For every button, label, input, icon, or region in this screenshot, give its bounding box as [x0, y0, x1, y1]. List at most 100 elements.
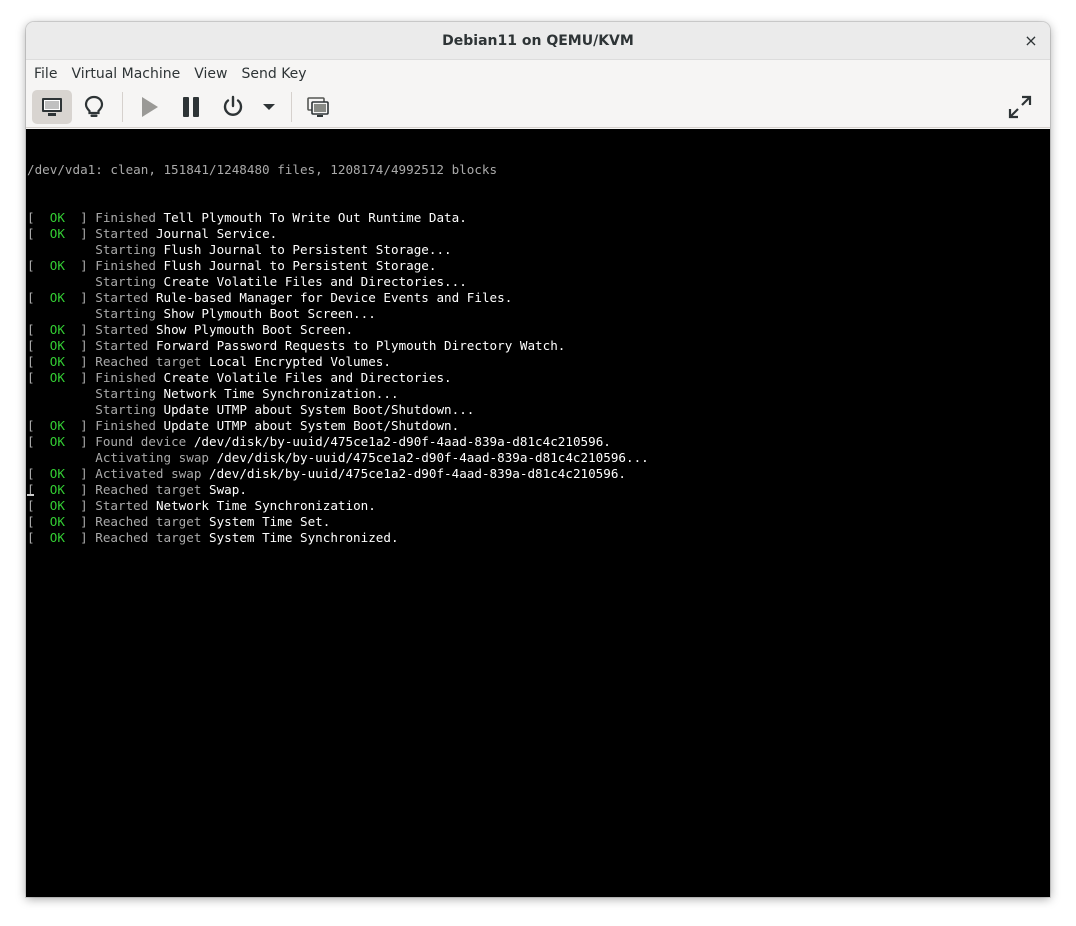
- snapshots-icon: [307, 97, 329, 117]
- console-line-verb: Reached target: [95, 530, 209, 545]
- console-line: [ OK ] Started Journal Service.: [27, 226, 278, 241]
- console-output: /dev/vda1: clean, 151841/1248480 files, …: [26, 129, 1050, 546]
- toolbar: [26, 87, 1050, 128]
- title-bar: Debian11 on QEMU/KVM ×: [26, 22, 1050, 60]
- console-line-text: Update UTMP about System Boot/Shutdown..…: [163, 402, 475, 417]
- console-line-text: System Time Set.: [209, 514, 331, 529]
- console-line-verb: Reached target: [95, 354, 209, 369]
- ok-status: OK: [34, 258, 81, 273]
- console-line-verb: Starting: [95, 402, 164, 417]
- console-line: [ OK ] Reached target Local Encrypted Vo…: [27, 354, 391, 369]
- console-line: Starting Network Time Synchronization...: [27, 386, 1050, 402]
- console-line-text: Swap.: [209, 482, 247, 497]
- console-line: Starting Flush Journal to Persistent Sto…: [27, 242, 1050, 258]
- console-line: [ OK ] Activated swap /dev/disk/by-uuid/…: [27, 466, 627, 481]
- console-button[interactable]: [32, 90, 72, 124]
- console-line-text: Show Plymouth Boot Screen...: [163, 306, 376, 321]
- console-line: [ OK ] Found device /dev/disk/by-uuid/47…: [27, 434, 611, 449]
- snapshots-button[interactable]: [298, 90, 338, 124]
- console-line: Starting Update UTMP about System Boot/S…: [27, 402, 1050, 418]
- console-line: [ OK ] Started Network Time Synchronizat…: [27, 498, 376, 513]
- close-button[interactable]: ×: [1020, 29, 1042, 51]
- console-line-text: Network Time Synchronization...: [163, 386, 399, 401]
- console-line-text: Flush Journal to Persistent Storage...: [163, 242, 452, 257]
- console-line-text: Journal Service.: [155, 226, 278, 241]
- console-line-text: /dev/disk/by-uuid/475ce1a2-d90f-4aad-839…: [216, 450, 649, 465]
- console-line-verb: Reached target: [95, 514, 209, 529]
- power-menu-chevron-icon: [263, 104, 275, 110]
- ok-status: OK: [34, 434, 81, 449]
- console-line-verb: Reached target: [95, 482, 209, 497]
- console-line: [ OK ] Started Show Plymouth Boot Screen…: [27, 322, 354, 337]
- console-line-verb: Finished: [95, 210, 164, 225]
- ok-status: OK: [34, 354, 81, 369]
- menu-view[interactable]: View: [188, 66, 233, 82]
- console-line: [ OK ] Reached target System Time Set.: [27, 514, 331, 529]
- console-line-verb: Found device: [95, 434, 194, 449]
- toolbar-separator: [291, 92, 292, 122]
- menu-file[interactable]: File: [28, 66, 63, 82]
- ok-status: OK: [34, 514, 81, 529]
- console-line: [ OK ] Started Rule-based Manager for De…: [27, 290, 513, 305]
- power-menu-button[interactable]: [255, 90, 283, 124]
- console-line-verb: Started: [95, 338, 156, 353]
- ok-status: OK: [34, 210, 81, 225]
- vm-console[interactable]: /dev/vda1: clean, 151841/1248480 files, …: [26, 129, 1050, 897]
- console-line: Activating swap /dev/disk/by-uuid/475ce1…: [27, 450, 1050, 466]
- console-line-verb: Finished: [95, 370, 164, 385]
- console-line-text: Tell Plymouth To Write Out Runtime Data.: [163, 210, 467, 225]
- ok-status: OK: [34, 530, 81, 545]
- console-line: [ OK ] Finished Tell Plymouth To Write O…: [27, 210, 467, 225]
- console-line: Starting Create Volatile Files and Direc…: [27, 274, 1050, 290]
- console-line: [ OK ] Reached target Swap.: [27, 482, 247, 497]
- ok-status: OK: [34, 418, 81, 433]
- console-line-verb: Starting: [95, 306, 164, 321]
- console-line-verb: Activated swap: [95, 466, 209, 481]
- window-title: Debian11 on QEMU/KVM: [442, 32, 634, 49]
- console-line-verb: Started: [95, 498, 156, 513]
- details-button[interactable]: [74, 90, 114, 124]
- toolbar-separator: [122, 92, 123, 122]
- console-line-verb: Finished: [95, 258, 164, 273]
- menu-virtual-machine[interactable]: Virtual Machine: [65, 66, 186, 82]
- console-line-verb: Started: [95, 226, 156, 241]
- console-line-text: Network Time Synchronization.: [155, 498, 376, 513]
- console-line: [ OK ] Reached target System Time Synchr…: [27, 530, 399, 545]
- fullscreen-button[interactable]: [1000, 90, 1040, 124]
- console-line-text: Update UTMP about System Boot/Shutdown.: [163, 418, 460, 433]
- console-line-text: /dev/disk/by-uuid/475ce1a2-d90f-4aad-839…: [193, 434, 611, 449]
- console-line: Starting Show Plymouth Boot Screen...: [27, 306, 1050, 322]
- run-icon: [142, 97, 158, 117]
- ok-status: OK: [34, 498, 81, 513]
- console-line-text: Create Volatile Files and Directories.: [163, 370, 452, 385]
- menu-bar: File Virtual Machine View Send Key: [26, 60, 1050, 87]
- console-line: [ OK ] Finished Flush Journal to Persist…: [27, 258, 437, 273]
- console-line: [ OK ] Finished Create Volatile Files an…: [27, 370, 452, 385]
- console-icon: [42, 98, 62, 116]
- console-header-line: /dev/vda1: clean, 151841/1248480 files, …: [27, 162, 498, 177]
- ok-status: OK: [34, 290, 81, 305]
- pause-button[interactable]: [171, 90, 211, 124]
- ok-status: OK: [34, 482, 81, 497]
- pause-icon: [183, 97, 199, 117]
- menu-send-key[interactable]: Send Key: [235, 66, 312, 82]
- console-line-text: Show Plymouth Boot Screen.: [155, 322, 354, 337]
- console-cursor: [27, 494, 34, 496]
- console-line: [ OK ] Finished Update UTMP about System…: [27, 418, 460, 433]
- power-button[interactable]: [213, 90, 253, 124]
- run-button[interactable]: [129, 90, 169, 124]
- console-line-text: Rule-based Manager for Device Events and…: [155, 290, 513, 305]
- console-line-verb: Starting: [95, 242, 164, 257]
- details-bulb-icon: [84, 95, 104, 117]
- console-line-verb: Activating swap: [95, 450, 217, 465]
- fullscreen-icon: [1008, 95, 1032, 119]
- console-line-verb: Finished: [95, 418, 164, 433]
- console-line-text: /dev/disk/by-uuid/475ce1a2-d90f-4aad-839…: [209, 466, 627, 481]
- console-line-text: Local Encrypted Volumes.: [209, 354, 391, 369]
- power-icon: [223, 95, 243, 116]
- ok-status: OK: [34, 338, 81, 353]
- console-line-text: Forward Password Requests to Plymouth Di…: [155, 338, 566, 353]
- ok-status: OK: [34, 370, 81, 385]
- ok-status: OK: [34, 466, 81, 481]
- console-line-text: Create Volatile Files and Directories...: [163, 274, 467, 289]
